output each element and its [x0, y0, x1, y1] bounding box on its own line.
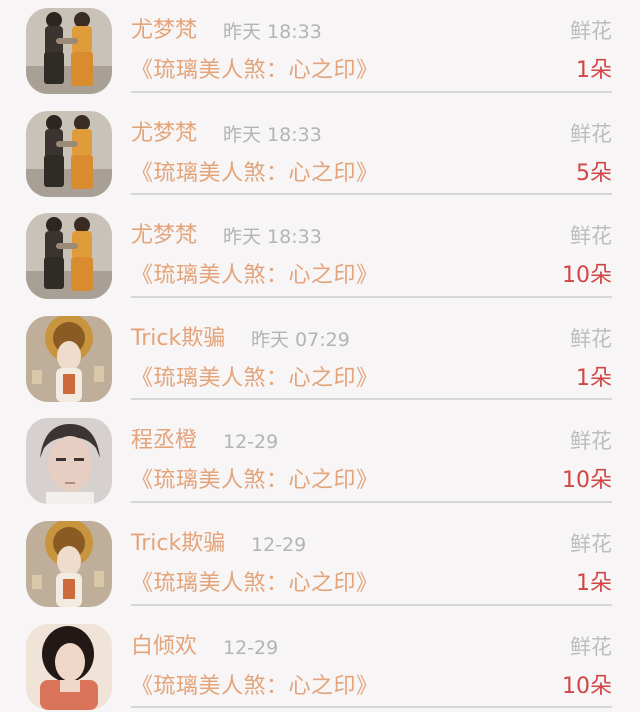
sender-name[interactable]: 尤梦梵: [131, 221, 197, 251]
row-divider: [131, 193, 612, 196]
send-time: 昨天 18:33: [223, 123, 322, 146]
gift-count: 1朵: [576, 365, 612, 391]
send-time: 12-29: [223, 636, 279, 659]
gift-count: 10朵: [562, 263, 612, 289]
book-title[interactable]: 《琉璃美人煞：心之印》: [131, 466, 379, 496]
gift-count: 10朵: [562, 673, 612, 699]
row-divider: [131, 90, 612, 93]
gift-list: 尤梦梵 昨天 18:33 鲜花 《琉璃美人煞：心之印》 1朵 尤梦梵 昨天 18…: [0, 0, 640, 712]
couple-walking-avatar[interactable]: [26, 111, 112, 197]
row-divider: [131, 295, 612, 298]
row-divider: [131, 706, 612, 709]
sender-name[interactable]: Trick欺骗: [131, 324, 225, 354]
gift-list-row[interactable]: 尤梦梵 昨天 18:33 鲜花 《琉璃美人煞：心之印》 10朵: [0, 205, 640, 308]
gift-list-row[interactable]: 白倾欢 12-29 鲜花 《琉璃美人煞：心之印》 10朵: [0, 616, 640, 712]
book-title[interactable]: 《琉璃美人煞：心之印》: [131, 672, 379, 702]
couple-walking-avatar[interactable]: [26, 8, 112, 94]
sender-name[interactable]: 尤梦梵: [131, 119, 197, 149]
gift-type: 鲜花: [570, 121, 612, 146]
gift-type: 鲜花: [570, 19, 612, 43]
gift-count: 1朵: [576, 58, 612, 83]
gift-count: 10朵: [562, 468, 612, 494]
send-time: 12-29: [223, 431, 279, 454]
row-divider: [131, 398, 612, 401]
man-portrait-avatar[interactable]: [26, 418, 112, 504]
gift-list-row[interactable]: 尤梦梵 昨天 18:33 鲜花 《琉璃美人煞：心之印》 1朵: [0, 0, 640, 103]
send-time: 昨天 07:29: [251, 328, 350, 351]
row-divider: [131, 603, 612, 606]
row-divider: [131, 500, 612, 503]
costume-woman-avatar[interactable]: [26, 521, 112, 607]
sender-name[interactable]: 白倾欢: [131, 632, 197, 662]
book-title[interactable]: 《琉璃美人煞：心之印》: [131, 261, 379, 291]
gift-list-row[interactable]: 程丞橙 12-29 鲜花 《琉璃美人煞：心之印》 10朵: [0, 410, 640, 513]
book-title[interactable]: 《琉璃美人煞：心之印》: [131, 569, 379, 599]
send-time: 昨天 18:33: [223, 21, 322, 43]
gift-list-row[interactable]: Trick欺骗 昨天 07:29 鲜花 《琉璃美人煞：心之印》 1朵: [0, 308, 640, 411]
sender-name[interactable]: 尤梦梵: [131, 16, 197, 46]
gift-type: 鲜花: [570, 326, 612, 351]
book-title[interactable]: 《琉璃美人煞：心之印》: [131, 159, 379, 189]
send-time: 12-29: [251, 533, 307, 556]
sender-name[interactable]: 程丞橙: [131, 426, 197, 456]
book-title[interactable]: 《琉璃美人煞：心之印》: [131, 56, 379, 86]
send-time: 昨天 18:33: [223, 226, 322, 249]
book-title[interactable]: 《琉璃美人煞：心之印》: [131, 364, 379, 394]
gift-type: 鲜花: [570, 224, 612, 249]
gift-type: 鲜花: [570, 531, 612, 556]
woman-portrait-avatar[interactable]: [26, 624, 112, 710]
gift-type: 鲜花: [570, 429, 612, 454]
costume-woman-avatar[interactable]: [26, 316, 112, 402]
sender-name[interactable]: Trick欺骗: [131, 529, 225, 559]
gift-list-row[interactable]: Trick欺骗 12-29 鲜花 《琉璃美人煞：心之印》 1朵: [0, 513, 640, 616]
gift-count: 1朵: [576, 570, 612, 596]
gift-count: 5朵: [576, 160, 612, 186]
gift-type: 鲜花: [570, 634, 612, 659]
couple-walking-avatar[interactable]: [26, 213, 112, 299]
gift-list-row[interactable]: 尤梦梵 昨天 18:33 鲜花 《琉璃美人煞：心之印》 5朵: [0, 103, 640, 206]
